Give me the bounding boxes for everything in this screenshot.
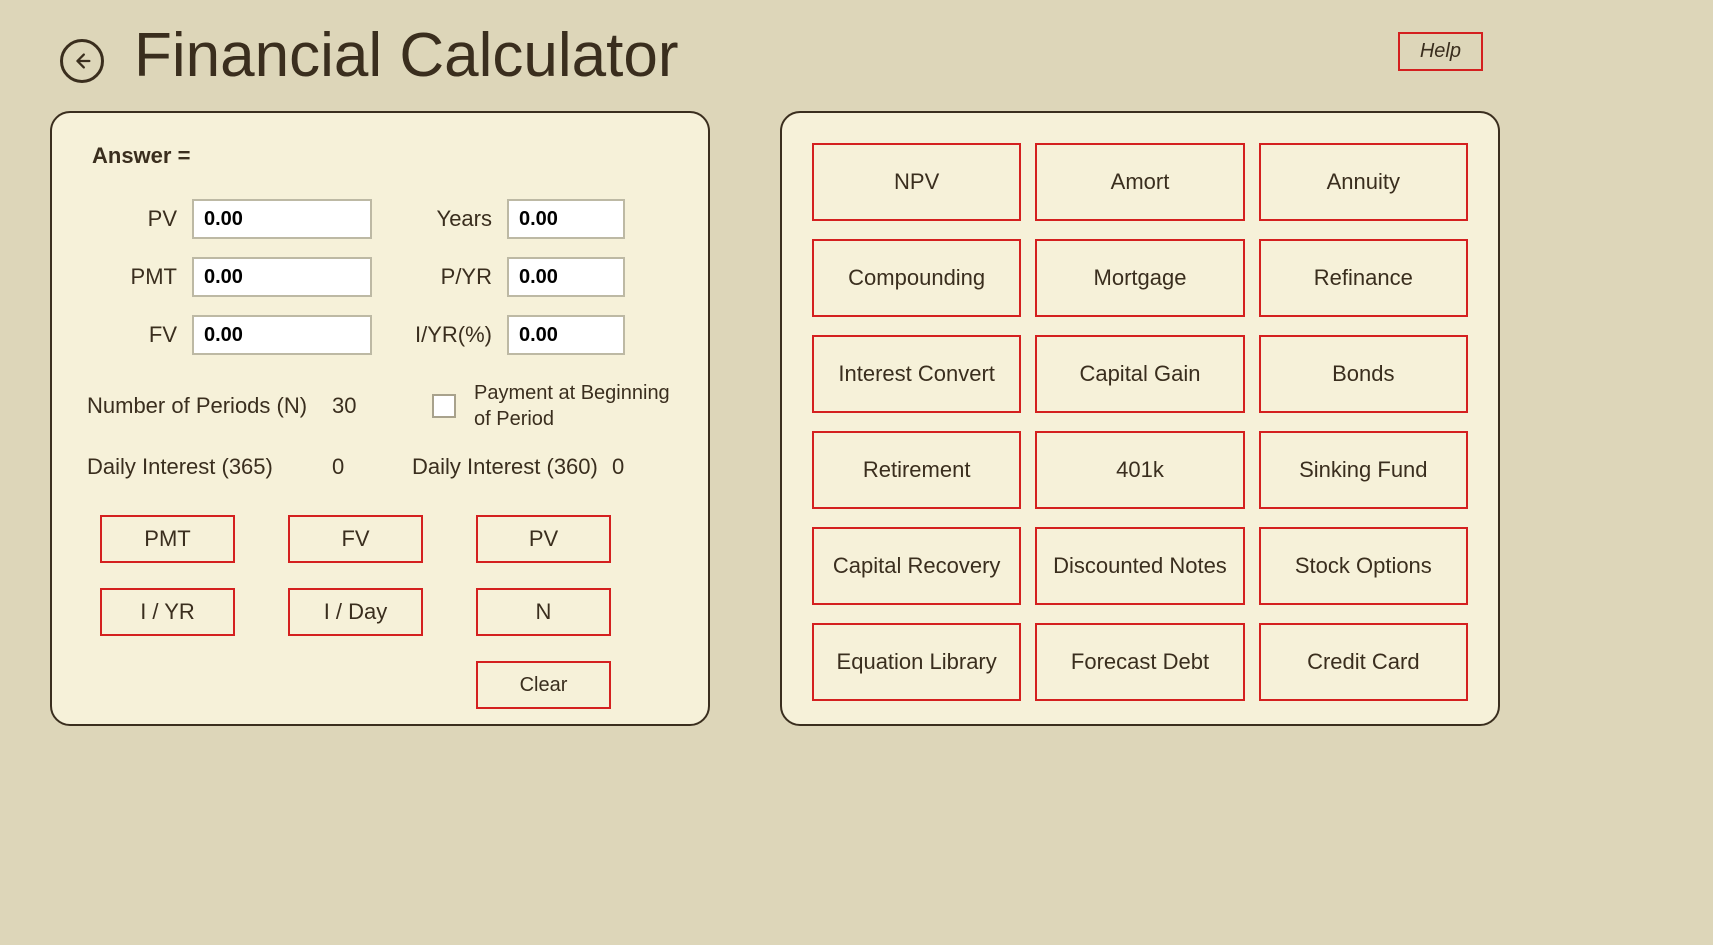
calc-fv-button[interactable]: FV <box>288 515 423 563</box>
iyr-input[interactable] <box>507 315 625 355</box>
years-label: Years <box>387 206 492 232</box>
tool-compounding[interactable]: Compounding <box>812 239 1021 317</box>
tool-annuity[interactable]: Annuity <box>1259 143 1468 221</box>
daily365-value: 0 <box>332 454 392 480</box>
tools-panel: NPV Amort Annuity Compounding Mortgage R… <box>780 111 1500 726</box>
begin-period-label: Payment at Beginning of Period <box>474 380 674 432</box>
tool-bonds[interactable]: Bonds <box>1259 335 1468 413</box>
tool-stock-options[interactable]: Stock Options <box>1259 527 1468 605</box>
tool-sinking-fund[interactable]: Sinking Fund <box>1259 431 1468 509</box>
begin-period-checkbox[interactable] <box>432 394 456 418</box>
fv-label: FV <box>102 322 177 348</box>
fv-input[interactable] <box>192 315 372 355</box>
tool-capital-recovery[interactable]: Capital Recovery <box>812 527 1021 605</box>
pv-label: PV <box>102 206 177 232</box>
tool-amort[interactable]: Amort <box>1035 143 1244 221</box>
tool-npv[interactable]: NPV <box>812 143 1021 221</box>
calc-iyr-button[interactable]: I / YR <box>100 588 235 636</box>
tool-401k[interactable]: 401k <box>1035 431 1244 509</box>
tool-capital-gain[interactable]: Capital Gain <box>1035 335 1244 413</box>
help-button[interactable]: Help <box>1398 32 1483 71</box>
pv-input[interactable] <box>192 199 372 239</box>
years-input[interactable] <box>507 199 625 239</box>
back-button[interactable] <box>60 39 104 83</box>
tool-mortgage[interactable]: Mortgage <box>1035 239 1244 317</box>
arrow-left-icon <box>71 50 93 72</box>
tool-refinance[interactable]: Refinance <box>1259 239 1468 317</box>
tool-interest-convert[interactable]: Interest Convert <box>812 335 1021 413</box>
answer-label: Answer = <box>92 143 678 169</box>
pyr-label: P/YR <box>387 264 492 290</box>
iyr-pct-label: I/YR(%) <box>387 322 492 348</box>
pmt-input[interactable] <box>192 257 372 297</box>
calc-pmt-button[interactable]: PMT <box>100 515 235 563</box>
calc-pv-button[interactable]: PV <box>476 515 611 563</box>
page-title: Financial Calculator <box>134 20 678 91</box>
tool-forecast-debt[interactable]: Forecast Debt <box>1035 623 1244 701</box>
calc-iday-button[interactable]: I / Day <box>288 588 423 636</box>
clear-button[interactable]: Clear <box>476 661 611 709</box>
pyr-input[interactable] <box>507 257 625 297</box>
tool-discounted-notes[interactable]: Discounted Notes <box>1035 527 1244 605</box>
tool-equation-library[interactable]: Equation Library <box>812 623 1021 701</box>
pmt-label: PMT <box>102 264 177 290</box>
periods-label: Number of Periods (N) <box>87 393 332 419</box>
daily360-value: 0 <box>612 454 624 480</box>
tool-retirement[interactable]: Retirement <box>812 431 1021 509</box>
daily360-label: Daily Interest (360) <box>412 454 612 480</box>
calculator-panel: Answer = PV Years PMT P/YR FV I/YR(%) Nu… <box>50 111 710 726</box>
calc-n-button[interactable]: N <box>476 588 611 636</box>
periods-value: 30 <box>332 393 392 419</box>
tool-credit-card[interactable]: Credit Card <box>1259 623 1468 701</box>
daily365-label: Daily Interest (365) <box>87 454 332 480</box>
